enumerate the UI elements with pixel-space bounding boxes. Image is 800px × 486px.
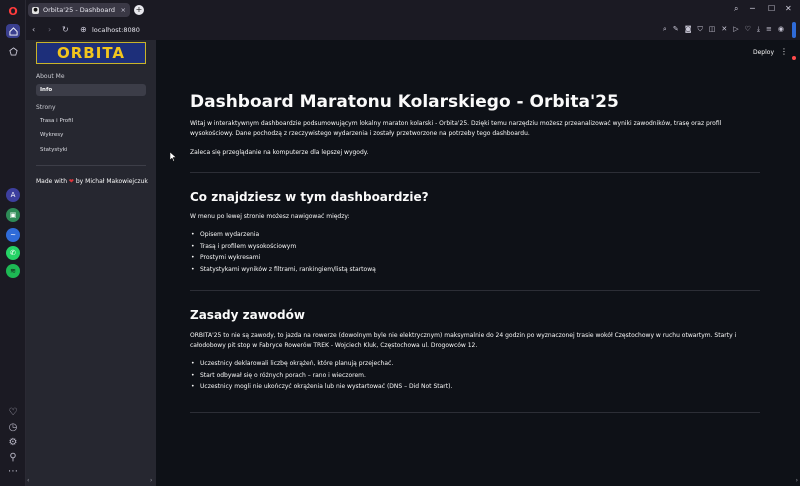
- tips-icon[interactable]: ⚲: [6, 450, 20, 464]
- edit-icon[interactable]: ✎: [673, 25, 679, 34]
- main-menu-icon[interactable]: ⋮: [780, 47, 788, 56]
- sidebar-item-wykresy[interactable]: Wykresy: [36, 129, 146, 141]
- profile-icon[interactable]: ◉: [778, 25, 784, 34]
- page-viewport: ORBITA About Me Info Strony Trasa i Prof…: [26, 40, 800, 486]
- scroll-right-icon[interactable]: ›: [150, 477, 152, 484]
- heart-icon: ❤: [68, 178, 74, 185]
- mute-icon[interactable]: ✕: [721, 25, 727, 34]
- close-window-icon[interactable]: ✕: [785, 4, 792, 13]
- site-info-icon[interactable]: ⊕: [80, 25, 87, 34]
- more-icon[interactable]: ⋯: [6, 464, 20, 478]
- search-icon[interactable]: ⌕: [663, 25, 667, 34]
- divider: [190, 290, 760, 291]
- url-field[interactable]: localhost:8080: [92, 26, 140, 34]
- tab-close-icon[interactable]: ×: [121, 6, 126, 14]
- made-with-suffix: by Michał Makowiejczuk: [75, 178, 148, 185]
- heart-icon[interactable]: ♡: [6, 405, 20, 419]
- divider: [190, 172, 760, 173]
- forward-icon[interactable]: ›: [48, 25, 51, 34]
- made-with-credit: Made with ❤ by Michał Makowiejczuk: [36, 178, 148, 185]
- list-item: Uczestnicy mogli nie ukończyć okrążenia …: [191, 381, 452, 393]
- aria-icon[interactable]: A: [6, 188, 20, 202]
- new-tab-button[interactable]: +: [134, 5, 144, 15]
- whatsapp-icon[interactable]: ✆: [6, 246, 20, 260]
- browser-sidebar: O A ▣ ~ ✆ ≋ ♡ ◷ ⚙ ⚲ ⋯: [0, 0, 26, 486]
- tab-strip: ● Orbita'25 - Dashboard × + ⌕ ─ ☐ ✕: [26, 0, 800, 20]
- list-item: Start odbywał się o różnych porach – ran…: [191, 370, 452, 382]
- main-content: Dashboard Maratonu Kolarskiego - Orbita'…: [190, 40, 760, 486]
- list-item: Uczestnicy deklarowali liczbę okrążeń, k…: [191, 358, 452, 370]
- reload-icon[interactable]: ↻: [62, 25, 69, 34]
- rules-list: Uczestnicy deklarowali liczbę okrążeń, k…: [191, 358, 452, 393]
- page-title: Dashboard Maratonu Kolarskiego - Orbita'…: [190, 92, 619, 112]
- list-item: Opisem wydarzenia: [191, 229, 376, 241]
- browser-window: O A ▣ ~ ✆ ≋ ♡ ◷ ⚙ ⚲ ⋯ ● Orbita'25 - Dash…: [0, 0, 800, 486]
- settings-icon[interactable]: ⚙: [6, 435, 20, 449]
- logo-text: ORBITA: [57, 44, 125, 62]
- sidebar-item-statystyki[interactable]: Statystyki: [36, 144, 146, 156]
- rules-paragraph: ORBITA'25 to nie są zawody, to jazda na …: [190, 332, 737, 349]
- opera-logo-icon[interactable]: O: [6, 4, 20, 18]
- list-item: Statystykami wyników z filtrami, ranking…: [191, 264, 376, 276]
- extension-icon[interactable]: ▣: [6, 208, 20, 222]
- wallet-icon[interactable]: ◫: [709, 25, 716, 34]
- address-bar: ‹ › ↻ ⊕ localhost:8080 ⌕ ✎ ◙ ⛉ ◫ ✕ ▷ ♡ ⤓…: [26, 20, 800, 40]
- download-icon[interactable]: ⤓: [757, 25, 760, 34]
- scroll-left-icon[interactable]: ‹: [27, 477, 29, 484]
- minimize-icon[interactable]: ─: [750, 4, 755, 13]
- menu-icon[interactable]: ≡: [766, 25, 772, 34]
- section-features-title: Co znajdziesz w tym dashboardzie?: [190, 190, 429, 204]
- status-dot: [792, 56, 796, 60]
- device-note: Zaleca się przeglądanie na komputerze dl…: [190, 149, 369, 156]
- made-with-prefix: Made with: [36, 178, 67, 185]
- camera-icon[interactable]: ◙: [685, 25, 692, 34]
- browser-tab[interactable]: ● Orbita'25 - Dashboard ×: [28, 3, 130, 17]
- toolbar-icons: ⌕ ✎ ◙ ⛉ ◫ ✕ ▷ ♡ ⤓ ≡ ◉: [663, 25, 784, 34]
- divider: [190, 412, 760, 413]
- sidebar-section-about: About Me: [36, 73, 65, 80]
- sidebar-section-pages: Strony: [36, 104, 56, 111]
- orbita-logo: ORBITA: [36, 42, 146, 64]
- search-tabs-icon[interactable]: ⌕: [734, 4, 738, 14]
- features-list: Opisem wydarzenia Trasą i profilem wysok…: [191, 229, 376, 276]
- pinboard-icon[interactable]: [6, 44, 20, 58]
- play-icon[interactable]: ▷: [733, 25, 738, 34]
- home-icon[interactable]: [6, 24, 20, 38]
- back-icon[interactable]: ‹: [32, 25, 35, 34]
- sidebar-item-trasa[interactable]: Trasa i Profil: [36, 115, 146, 127]
- history-icon[interactable]: ◷: [6, 420, 20, 434]
- sidebar-item-info[interactable]: Info: [36, 84, 146, 96]
- section-features-lead: W menu po lewej stronie możesz nawigować…: [190, 213, 350, 220]
- tab-title: Orbita'25 - Dashboard: [43, 6, 116, 14]
- list-item: Prostymi wykresami: [191, 252, 376, 264]
- shield-icon[interactable]: ⛉: [697, 25, 702, 34]
- sidebar-divider: [36, 165, 146, 166]
- section-rules-title: Zasady zawodów: [190, 308, 305, 322]
- list-item: Trasą i profilem wysokościowym: [191, 241, 376, 253]
- scroll-right-icon[interactable]: ›: [796, 477, 798, 484]
- app-sidebar: ORBITA About Me Info Strony Trasa i Prof…: [26, 40, 156, 486]
- maximize-icon[interactable]: ☐: [768, 4, 775, 13]
- spotify-icon[interactable]: ≋: [6, 264, 20, 278]
- tab-favicon-icon: ●: [32, 6, 39, 14]
- messenger-icon[interactable]: ~: [6, 228, 20, 242]
- heart-toolbar-icon[interactable]: ♡: [745, 25, 751, 34]
- intro-paragraph: Witaj w interaktywnym dashboardzie podsu…: [190, 120, 722, 137]
- sidebar-toggle[interactable]: [792, 22, 796, 38]
